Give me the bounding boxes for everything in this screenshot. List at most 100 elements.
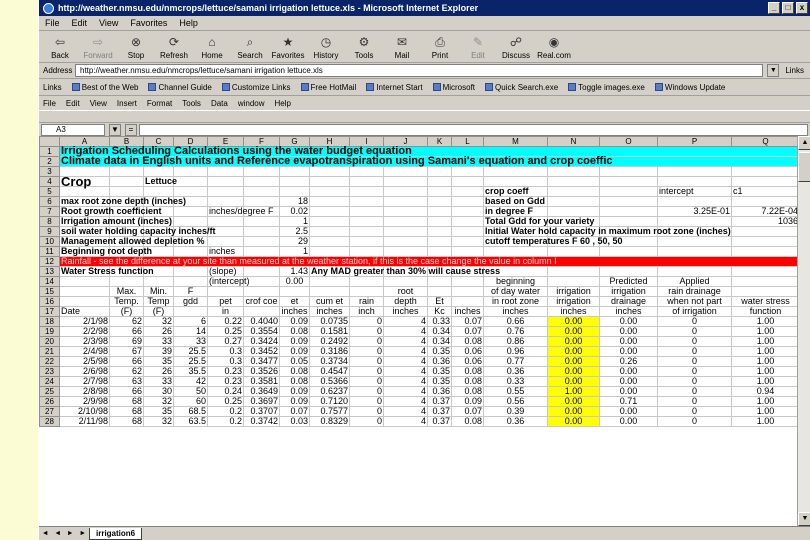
cell[interactable]: 0.36 xyxy=(483,366,548,377)
cell[interactable]: 0.2492 xyxy=(309,336,350,347)
menu-favorites[interactable]: Favorites xyxy=(130,18,167,28)
row-header[interactable]: 1 xyxy=(39,146,60,157)
cell[interactable] xyxy=(309,216,350,227)
link-item[interactable]: Best of the Web xyxy=(71,83,138,92)
cell[interactable]: 33 xyxy=(173,336,208,347)
menu-view[interactable]: View xyxy=(99,18,118,28)
cell[interactable] xyxy=(383,206,428,217)
row-header[interactable]: 17 xyxy=(39,306,60,317)
row-header[interactable]: 24 xyxy=(39,376,60,387)
irrigation-cell[interactable]: 0.00 xyxy=(547,346,600,357)
toolbar-edit-button[interactable]: ✎ Edit xyxy=(459,34,497,60)
cell[interactable]: 68 xyxy=(109,396,144,407)
row-header[interactable]: 8 xyxy=(39,216,60,227)
cell[interactable] xyxy=(427,176,452,187)
cell[interactable] xyxy=(109,176,144,187)
cell[interactable] xyxy=(109,276,144,287)
cell[interactable]: 0 xyxy=(349,346,384,357)
cell[interactable]: 26 xyxy=(143,366,174,377)
link-item[interactable]: Quick Search.exe xyxy=(485,83,558,92)
cell[interactable]: 1036 xyxy=(731,216,797,227)
cell[interactable]: 69 xyxy=(109,336,144,347)
cell[interactable]: 2/3/98 xyxy=(59,336,110,347)
cell[interactable] xyxy=(599,186,658,197)
cell[interactable]: 0 xyxy=(349,386,384,397)
sheet-nav-arrows-icon[interactable]: ◄ ◄ ► ► xyxy=(39,530,89,537)
cell[interactable]: 26 xyxy=(143,326,174,337)
cell[interactable]: 0 xyxy=(349,366,384,377)
cell[interactable] xyxy=(349,236,384,247)
cell[interactable]: 0.08 xyxy=(279,326,310,337)
cell[interactable] xyxy=(173,266,208,277)
cell[interactable]: inches xyxy=(483,306,548,317)
cell[interactable]: 0 xyxy=(657,366,732,377)
cell[interactable]: 0.36 xyxy=(427,356,452,367)
cell[interactable] xyxy=(451,186,484,197)
row-header[interactable]: 11 xyxy=(39,246,60,257)
cell[interactable] xyxy=(451,276,484,287)
cell[interactable]: 0.36 xyxy=(427,386,452,397)
scroll-down-icon[interactable]: ▼ xyxy=(798,512,810,526)
cell[interactable]: 2/11/98 xyxy=(59,416,110,427)
cell[interactable] xyxy=(383,236,428,247)
cell[interactable]: 66 xyxy=(109,356,144,367)
cell[interactable]: 0.36 xyxy=(483,416,548,427)
cell[interactable] xyxy=(451,246,484,257)
row-header[interactable]: 12 xyxy=(39,256,60,267)
cell[interactable]: 0.02 xyxy=(279,206,310,217)
cell[interactable]: 35.5 xyxy=(173,366,208,377)
cell[interactable]: 25.5 xyxy=(173,346,208,357)
cell[interactable]: 0 xyxy=(349,406,384,417)
cell[interactable]: 4 xyxy=(383,396,428,407)
cell[interactable]: 35 xyxy=(143,356,174,367)
maximize-button[interactable]: □ xyxy=(782,2,794,14)
toolbar-back-button[interactable]: ⇦ Back xyxy=(41,34,79,60)
cell[interactable]: Max. xyxy=(109,286,144,297)
column-header[interactable]: N xyxy=(547,136,600,147)
cell[interactable]: 0.09 xyxy=(279,386,310,397)
cell[interactable] xyxy=(309,196,350,207)
cell[interactable]: 0.56 xyxy=(483,396,548,407)
cell[interactable]: 0.3477 xyxy=(243,356,280,367)
merged-title-cell[interactable]: Climate data in English units and Refere… xyxy=(59,156,797,167)
cell[interactable] xyxy=(383,226,428,237)
cell[interactable]: 62 xyxy=(109,316,144,327)
cell[interactable]: c1 xyxy=(731,186,797,197)
scroll-up-icon[interactable]: ▲ xyxy=(798,136,810,150)
cell[interactable]: 0.25 xyxy=(207,326,244,337)
cell[interactable] xyxy=(451,176,484,187)
cell[interactable] xyxy=(243,306,280,317)
cell[interactable]: 0 xyxy=(657,386,732,397)
cell[interactable] xyxy=(731,226,797,237)
cell[interactable]: 0.09 xyxy=(279,316,310,327)
cell[interactable]: 0.3526 xyxy=(243,366,280,377)
row-header[interactable]: 25 xyxy=(39,386,60,397)
cell[interactable]: 0.71 xyxy=(599,396,658,407)
row-header[interactable]: 23 xyxy=(39,366,60,377)
cell[interactable]: 0.76 xyxy=(483,326,548,337)
cell[interactable]: 0 xyxy=(349,396,384,407)
cell[interactable]: irrigation xyxy=(599,286,658,297)
cell[interactable]: 6 xyxy=(173,316,208,327)
column-header[interactable]: P xyxy=(657,136,732,147)
equals-button[interactable]: = xyxy=(125,123,137,136)
cell[interactable]: 0.00 xyxy=(599,366,658,377)
row-header[interactable]: 21 xyxy=(39,346,60,357)
cell[interactable]: 0.07 xyxy=(451,316,484,327)
toolbar-mail-button[interactable]: ✉ Mail xyxy=(383,34,421,60)
cell[interactable]: 0.34 xyxy=(427,326,452,337)
cell[interactable]: depth xyxy=(383,296,428,307)
cell[interactable]: 1.00 xyxy=(731,356,797,367)
cell[interactable]: 4 xyxy=(383,416,428,427)
cell[interactable]: 0.23 xyxy=(207,366,244,377)
irrigation-cell[interactable]: 0.00 xyxy=(547,326,600,337)
cell[interactable]: 0.3707 xyxy=(243,406,280,417)
cell[interactable]: 0.96 xyxy=(483,346,548,357)
cell[interactable] xyxy=(279,166,310,177)
cell[interactable]: 1.00 xyxy=(731,376,797,387)
cell[interactable]: 1 xyxy=(279,216,310,227)
cell[interactable] xyxy=(657,196,732,207)
cell[interactable]: 0.09 xyxy=(279,346,310,357)
cell[interactable] xyxy=(547,196,600,207)
cell[interactable]: water stress xyxy=(731,296,797,307)
